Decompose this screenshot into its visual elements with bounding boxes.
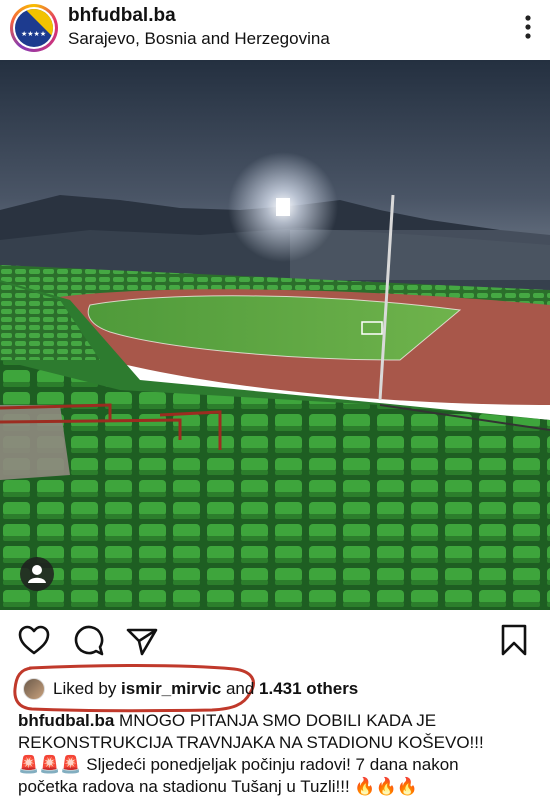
post-username[interactable]: bhfudbal.ba: [68, 5, 176, 27]
post-photo[interactable]: [0, 60, 550, 610]
svg-text:★★★★: ★★★★: [21, 30, 46, 38]
bookmark-icon[interactable]: [496, 622, 532, 658]
tagged-people-icon[interactable]: [20, 557, 54, 591]
post-caption: bhfudbal.ba MNOGO PITANJA SMO DOBILI KAD…: [18, 710, 538, 798]
caption-line-3: 🚨🚨🚨 Sljedeći ponedjeljak počinju radovi!…: [18, 755, 459, 774]
caption-line-4: početka radova na stadionu Tušanj u Tuzl…: [18, 777, 418, 796]
caption-username[interactable]: bhfudbal.ba: [18, 711, 114, 730]
caption-line-2: REKONSTRUKCIJA TRAVNJAKA NA STADIONU KOŠ…: [18, 733, 484, 752]
post-location[interactable]: Sarajevo, Bosnia and Herzegovina: [68, 29, 330, 49]
post-header: ★★★★ bhfudbal.ba Sarajevo, Bosnia and He…: [0, 0, 550, 60]
send-icon[interactable]: [124, 622, 160, 658]
profile-avatar[interactable]: ★★★★: [10, 4, 58, 52]
heart-icon[interactable]: [16, 622, 52, 658]
liker-username[interactable]: ismir_mirvic: [121, 679, 221, 698]
likes-and: and: [221, 679, 260, 698]
likes-others-count[interactable]: 1.431 others: [259, 679, 358, 698]
comment-icon[interactable]: [70, 622, 106, 658]
more-options-icon[interactable]: [524, 14, 532, 40]
liker-avatar[interactable]: [23, 678, 45, 700]
club-logo-icon: ★★★★: [15, 9, 53, 47]
post-actions: [0, 622, 550, 662]
likes-prefix: Liked by: [53, 679, 122, 698]
caption-line-1: MNOGO PITANJA SMO DOBILI KADA JE: [114, 711, 437, 730]
